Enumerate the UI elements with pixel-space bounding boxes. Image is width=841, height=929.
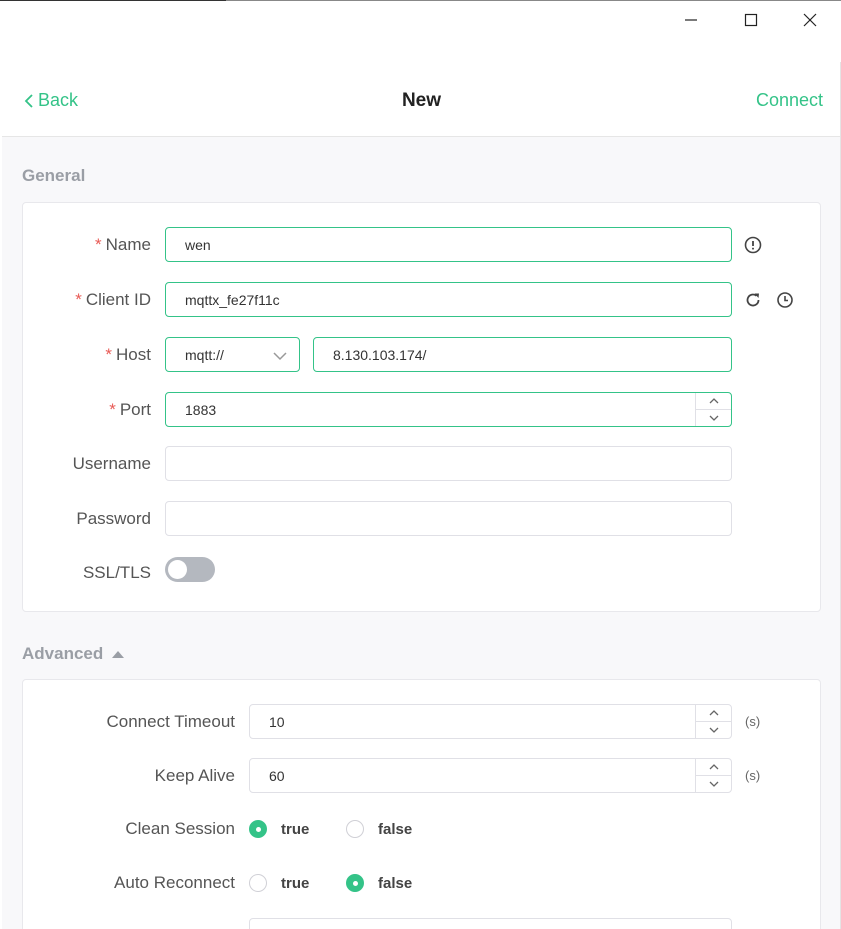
clean-session-true-radio[interactable]: true xyxy=(249,820,309,838)
ssl-toggle[interactable] xyxy=(165,557,215,582)
chevron-up-icon xyxy=(709,398,718,404)
refresh-icon[interactable] xyxy=(743,290,763,310)
close-icon xyxy=(803,13,817,27)
connect-timeout-increment-button[interactable] xyxy=(696,705,731,721)
clean-session-label: Clean Session xyxy=(125,819,235,838)
connect-timeout-label: Connect Timeout xyxy=(106,712,235,731)
protocol-value: mqtt:// xyxy=(185,346,224,363)
next-field-input[interactable] xyxy=(249,918,732,929)
name-row: * Name wen xyxy=(23,227,820,263)
keep-alive-stepper xyxy=(695,759,731,792)
password-row: Password xyxy=(23,501,820,537)
radio-dot xyxy=(346,820,364,838)
page-header: Back New Connect xyxy=(2,62,840,137)
titlebar-accent xyxy=(0,0,226,1)
connect-timeout-value: 10 xyxy=(269,713,285,730)
port-row: * Port 1883 xyxy=(23,392,820,428)
advanced-card: Connect Timeout 10 (s) Keep Alive 60 (s) xyxy=(22,679,821,929)
port-increment-button[interactable] xyxy=(696,393,731,409)
password-input[interactable] xyxy=(165,501,732,536)
connect-timeout-unit: (s) xyxy=(745,714,761,729)
client-id-row: * Client ID mqttx_fe27f11c xyxy=(23,282,820,318)
window-titlebar xyxy=(0,0,841,62)
host-label: * Host xyxy=(105,345,151,364)
minimize-icon xyxy=(685,19,697,21)
page-title: New xyxy=(401,90,442,111)
general-card: * Name wen * Client ID mqttx_fe27f11c * Hos… xyxy=(22,202,821,612)
minimize-button[interactable] xyxy=(668,5,714,35)
clock-icon[interactable] xyxy=(775,290,795,310)
connect-timeout-row: Connect Timeout 10 (s) xyxy=(23,704,820,740)
clean-session-row: Clean Session true false xyxy=(23,811,820,847)
advanced-section-title[interactable]: Advanced xyxy=(22,644,125,664)
ssl-row: SSL/TLS xyxy=(23,555,820,591)
host-input[interactable]: 8.130.103.174/ xyxy=(313,337,732,372)
keep-alive-unit: (s) xyxy=(745,768,761,783)
connect-button[interactable]: Connect xyxy=(756,90,823,111)
keep-alive-increment-button[interactable] xyxy=(696,759,731,775)
port-stepper xyxy=(695,393,731,426)
keep-alive-input[interactable]: 60 xyxy=(249,758,732,793)
radio-dot xyxy=(249,874,267,892)
radio-label: false xyxy=(378,874,413,892)
keep-alive-label: Keep Alive xyxy=(154,766,235,785)
auto-reconnect-row: Auto Reconnect true false xyxy=(23,865,820,901)
chevron-down-icon xyxy=(709,781,718,787)
auto-reconnect-false-radio[interactable]: false xyxy=(346,874,412,892)
general-section-title: General xyxy=(22,166,85,186)
name-input[interactable]: wen xyxy=(165,227,732,262)
radio-label: true xyxy=(281,874,310,892)
chevron-down-icon xyxy=(273,352,287,361)
radio-label: true xyxy=(281,820,310,838)
username-input[interactable] xyxy=(165,446,732,481)
chevron-up-icon xyxy=(709,764,718,770)
auto-reconnect-true-radio[interactable]: true xyxy=(249,874,309,892)
ssl-label: SSL/TLS xyxy=(82,563,151,582)
port-value: 1883 xyxy=(185,401,217,418)
clean-session-false-radio[interactable]: false xyxy=(346,820,412,838)
connection-editor: Back New Connect General * Name wen * Clie… xyxy=(2,62,841,929)
maximize-icon xyxy=(744,13,758,27)
radio-label: false xyxy=(378,820,413,838)
username-label: Username xyxy=(72,454,151,473)
radio-dot xyxy=(346,874,364,892)
chevron-down-icon xyxy=(709,727,718,733)
client-id-label: * Client ID xyxy=(75,290,151,309)
caret-up-icon xyxy=(112,651,125,658)
advanced-title-text: Advanced xyxy=(22,644,104,663)
keep-alive-decrement-button[interactable] xyxy=(696,775,731,792)
connect-timeout-decrement-button[interactable] xyxy=(696,721,731,738)
chevron-down-icon xyxy=(709,415,718,421)
ssl-toggle-knob xyxy=(168,560,187,579)
radio-dot xyxy=(249,820,267,838)
maximize-button[interactable] xyxy=(728,5,774,35)
port-label: * Port xyxy=(109,400,151,419)
chevron-up-icon xyxy=(709,710,718,716)
info-icon[interactable] xyxy=(743,235,763,255)
keep-alive-row: Keep Alive 60 (s) xyxy=(23,758,820,794)
general-title-text: General xyxy=(22,166,86,185)
client-id-input[interactable]: mqttx_fe27f11c xyxy=(165,282,732,317)
close-button[interactable] xyxy=(787,5,833,35)
connect-timeout-input[interactable]: 10 xyxy=(249,704,732,739)
password-label: Password xyxy=(76,509,151,528)
username-row: Username xyxy=(23,446,820,482)
keep-alive-value: 60 xyxy=(269,767,285,784)
host-row: * Host mqtt:// 8.130.103.174/ xyxy=(23,337,820,373)
protocol-select[interactable]: mqtt:// xyxy=(165,337,300,372)
port-input[interactable]: 1883 xyxy=(165,392,732,427)
port-decrement-button[interactable] xyxy=(696,409,731,426)
connect-timeout-stepper xyxy=(695,705,731,738)
auto-reconnect-label: Auto Reconnect xyxy=(114,873,235,892)
name-label: * Name xyxy=(95,235,151,254)
